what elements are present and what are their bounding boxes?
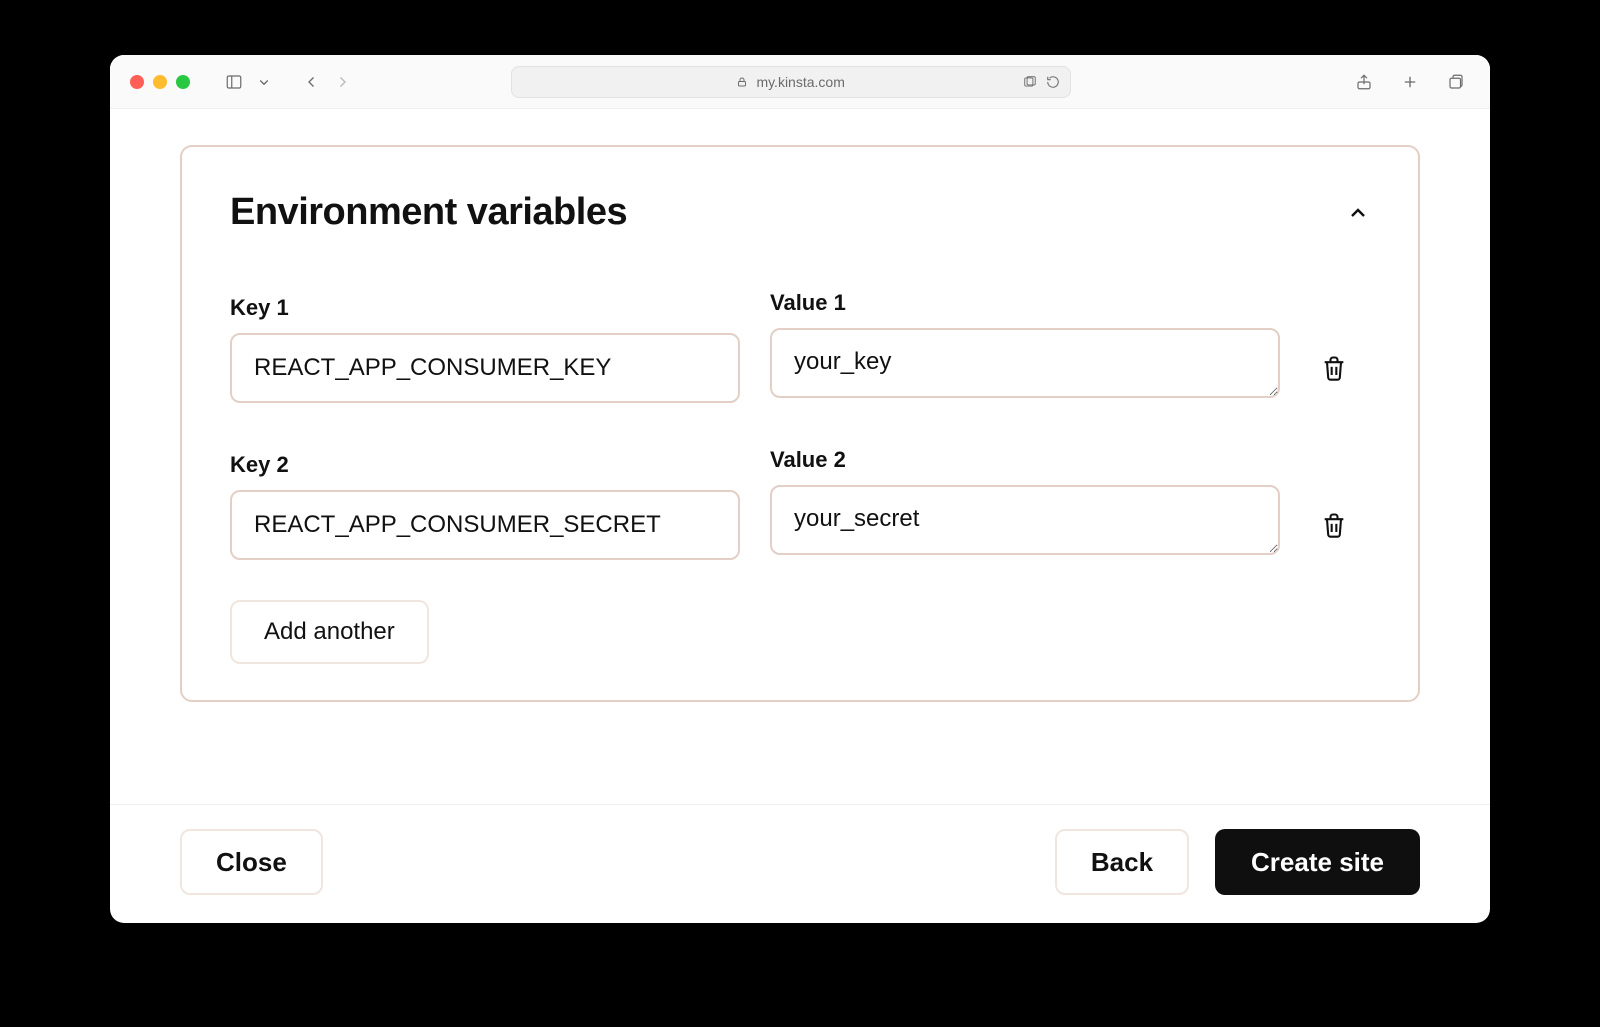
chevron-up-icon[interactable] — [1346, 201, 1370, 225]
value-field: Value 2 — [770, 447, 1280, 560]
trash-icon — [1320, 510, 1348, 540]
traffic-lights — [130, 75, 190, 89]
share-icon[interactable] — [1350, 68, 1378, 96]
key-input[interactable] — [230, 490, 740, 560]
trash-icon — [1320, 353, 1348, 383]
panel-header[interactable]: Environment variables — [230, 191, 1370, 234]
window-zoom-button[interactable] — [176, 75, 190, 89]
create-site-button[interactable]: Create site — [1215, 829, 1420, 895]
field-label: Value 2 — [770, 447, 1280, 473]
field-label: Key 2 — [230, 452, 740, 478]
reader-icon[interactable] — [1022, 75, 1038, 89]
env-rows: Key 1 Value 1 Key 2 — [230, 290, 1370, 560]
back-icon[interactable] — [298, 68, 326, 96]
key-field: Key 2 — [230, 452, 740, 560]
lock-icon — [736, 76, 748, 88]
value-field: Value 1 — [770, 290, 1280, 403]
tabs-overview-icon[interactable] — [1442, 68, 1470, 96]
add-another-button[interactable]: Add another — [230, 600, 429, 664]
browser-window: my.kinsta.com Environment variables — [110, 55, 1490, 923]
env-vars-panel: Environment variables Key 1 Value 1 — [180, 145, 1420, 702]
value-input[interactable] — [770, 485, 1280, 555]
sidebar-toggle-icon[interactable] — [220, 68, 248, 96]
key-input[interactable] — [230, 333, 740, 403]
footer-bar: Close Back Create site — [110, 804, 1490, 923]
delete-row-button[interactable] — [1310, 490, 1358, 560]
forward-icon[interactable] — [328, 68, 356, 96]
close-button[interactable]: Close — [180, 829, 323, 895]
reload-icon[interactable] — [1046, 75, 1060, 89]
window-close-button[interactable] — [130, 75, 144, 89]
dropdown-icon[interactable] — [250, 68, 278, 96]
env-row: Key 2 Value 2 — [230, 447, 1370, 560]
page-content: Environment variables Key 1 Value 1 — [110, 109, 1490, 804]
field-label: Key 1 — [230, 295, 740, 321]
back-button[interactable]: Back — [1055, 829, 1189, 895]
window-minimize-button[interactable] — [153, 75, 167, 89]
address-text: my.kinsta.com — [756, 74, 844, 90]
value-input[interactable] — [770, 328, 1280, 398]
delete-row-button[interactable] — [1310, 333, 1358, 403]
key-field: Key 1 — [230, 295, 740, 403]
address-bar[interactable]: my.kinsta.com — [511, 66, 1071, 98]
env-row: Key 1 Value 1 — [230, 290, 1370, 403]
panel-title: Environment variables — [230, 191, 627, 234]
field-label: Value 1 — [770, 290, 1280, 316]
browser-titlebar: my.kinsta.com — [110, 55, 1490, 109]
new-tab-icon[interactable] — [1396, 68, 1424, 96]
